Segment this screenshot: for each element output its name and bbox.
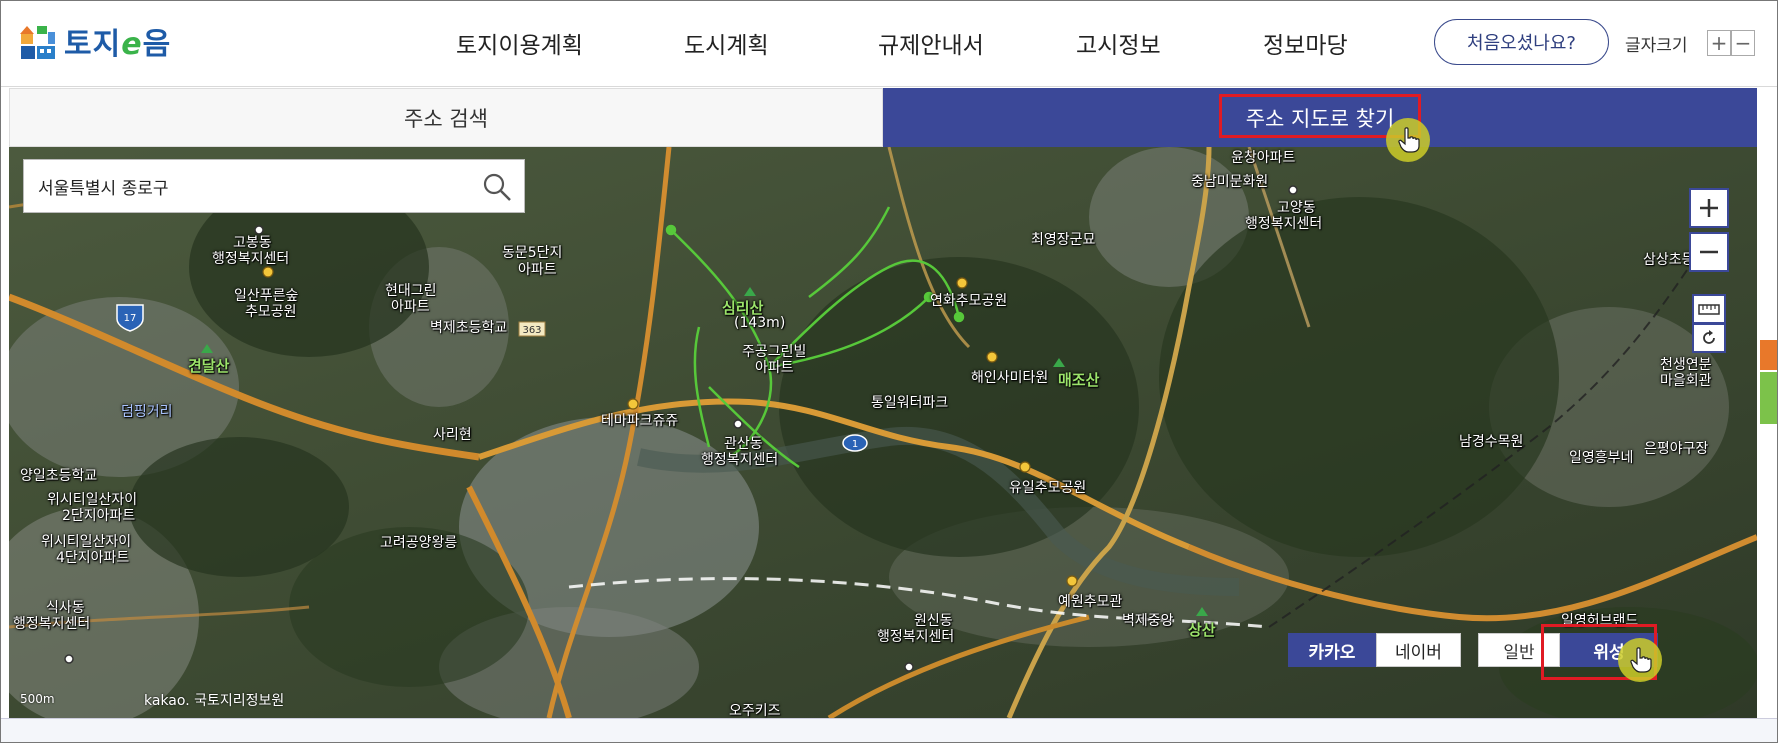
font-decrease-button[interactable]: − xyxy=(1731,30,1755,56)
map-label: 4단지아파트 xyxy=(56,550,130,566)
map-label: 추모공원 xyxy=(245,304,297,320)
map-label: 상산 xyxy=(1188,621,1216,639)
map-search-box xyxy=(23,159,525,213)
svg-text:1: 1 xyxy=(852,439,858,450)
search-icon[interactable] xyxy=(482,172,512,202)
map-label: 예원추모관 xyxy=(1058,594,1123,610)
map-label: (143m) xyxy=(734,315,786,331)
map-label: 사리현 xyxy=(433,427,472,443)
rotate-icon xyxy=(1703,330,1715,344)
map-provider-naver-button[interactable]: 네이버 xyxy=(1376,633,1461,667)
nav-item-regulation-guide[interactable]: 규제안내서 xyxy=(878,26,984,60)
map-label: 행정복지센터 xyxy=(701,452,779,468)
map-provider-switch: 카카오 네이버 xyxy=(1288,633,1461,667)
map-label: 벽제중앙 xyxy=(1122,613,1174,629)
map-label: 양일초등학교 xyxy=(20,468,98,484)
map-label: 윤창아파트 xyxy=(1231,150,1296,166)
tab-bar: 주소 검색 주소 지도로 찾기 xyxy=(9,88,1757,147)
map-provider-kakao-button[interactable]: 카카오 xyxy=(1288,633,1376,667)
map-label: 고려공양왕릉 xyxy=(380,535,458,551)
zoom-out-button[interactable] xyxy=(1689,232,1729,272)
map-label: 2단지아파트 xyxy=(62,508,136,524)
map-label: 아파트 xyxy=(391,299,430,315)
map-label: 통일워터파크 xyxy=(871,395,949,411)
map-label: 아파트 xyxy=(755,360,794,376)
nav-item-info-plaza[interactable]: 정보마당 xyxy=(1263,26,1348,60)
ruler-button[interactable] xyxy=(1692,294,1726,324)
map-label: 은평야구장 xyxy=(1644,441,1709,457)
first-visit-button[interactable]: 처음오셨나요? xyxy=(1434,19,1609,65)
bottom-bar xyxy=(0,718,1778,743)
logo-mark-icon xyxy=(18,22,56,60)
map-scale: 500m xyxy=(20,692,55,706)
map-label: 행정복지센터 xyxy=(212,251,290,267)
map-label: 오주키즈 xyxy=(729,703,781,718)
map-label: 견달산 xyxy=(188,357,230,375)
nav-item-land-use-plan[interactable]: 토지이용계획 xyxy=(456,26,583,60)
map-label: 남경수목원 xyxy=(1459,434,1524,450)
map-label: 일영흥부네 xyxy=(1569,450,1634,466)
nav-item-notice-info[interactable]: 고시정보 xyxy=(1076,26,1161,60)
map-label: 덤핑거리 xyxy=(121,404,173,420)
hand-cursor-icon xyxy=(1630,647,1652,673)
map-label: 행정복지센터 xyxy=(13,616,91,632)
ruler-icon xyxy=(1698,304,1720,315)
font-size-label: 글자크기 xyxy=(1625,36,1688,56)
plus-icon xyxy=(1700,199,1718,217)
map-label: 매조산 xyxy=(1058,371,1100,389)
logo[interactable]: 토지e음 xyxy=(18,22,172,62)
tab-address-search[interactable]: 주소 검색 xyxy=(9,88,883,147)
search-input[interactable] xyxy=(24,160,464,212)
side-quick-tab[interactable] xyxy=(1760,340,1778,370)
svg-text:17: 17 xyxy=(124,313,137,324)
header: 토지e음 토지이용계획 도시계획 규제안내서 고시정보 정보마당 처음오셨나요?… xyxy=(0,0,1778,87)
font-increase-button[interactable]: + xyxy=(1707,30,1731,56)
map-label: 아파트 xyxy=(518,262,557,278)
reset-button[interactable] xyxy=(1692,323,1726,353)
side-quick-tab[interactable] xyxy=(1760,372,1778,424)
map-label: 중남미문화원 xyxy=(1191,174,1269,190)
map-label: 행정복지센터 xyxy=(1245,216,1323,232)
map-label: 마을회관 xyxy=(1660,373,1712,389)
logo-text: 토지e음 xyxy=(64,27,172,62)
zoom-in-button[interactable] xyxy=(1689,188,1729,228)
nav-item-urban-plan[interactable]: 도시계획 xyxy=(684,26,769,60)
map-label: 테마파크쥬쥬 xyxy=(601,413,679,429)
hand-cursor-icon xyxy=(1398,127,1420,153)
map-copyright: kakao. 국토지리정보원 xyxy=(144,693,285,709)
svg-text:363: 363 xyxy=(522,325,541,336)
map-label: 연화추모공원 xyxy=(930,293,1008,309)
map-label: 벽제초등학교 xyxy=(430,320,508,336)
map-label: 유일추모공원 xyxy=(1009,480,1087,496)
minus-icon xyxy=(1700,250,1718,254)
map-label: 행정복지센터 xyxy=(877,629,955,645)
map-label: 최영장군묘 xyxy=(1031,232,1096,248)
map-label: 해인사미타원 xyxy=(971,370,1049,386)
